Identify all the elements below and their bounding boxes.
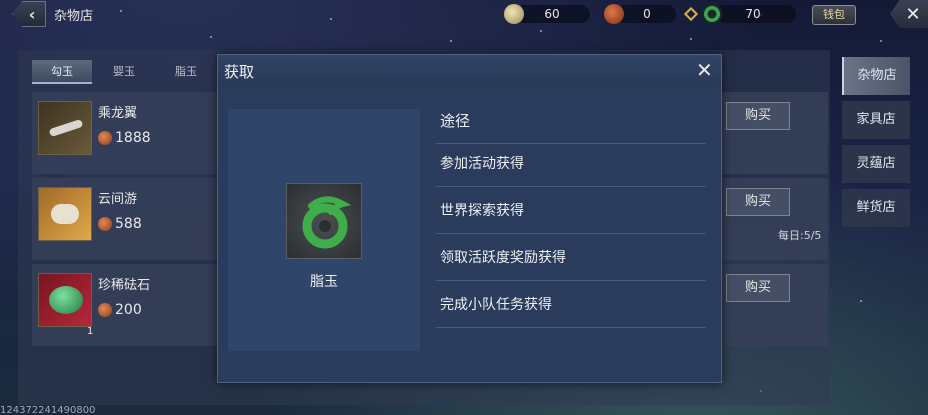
tab-yingyu[interactable]: 婴玉 <box>94 60 154 84</box>
category-tabs: 勾玉 婴玉 脂玉 <box>32 60 218 84</box>
buy-button[interactable]: 购买 <box>726 188 790 216</box>
page-title: 杂物店 <box>54 9 94 24</box>
way-item[interactable]: 领取活跃度奖励获得 <box>436 235 706 281</box>
silver-coin-icon <box>504 4 524 24</box>
dialog-title: 获取 <box>224 63 255 81</box>
buy-button[interactable]: 购买 <box>726 102 790 130</box>
sidebar-item-jiajudian[interactable]: 家具店 <box>842 101 910 139</box>
copper-coin-icon <box>98 217 112 231</box>
jade-icon <box>702 4 722 24</box>
way-item[interactable]: 世界探索获得 <box>436 188 706 234</box>
way-item[interactable]: 参加活动获得 <box>436 141 706 187</box>
way-item[interactable]: 完成小队任务获得 <box>436 282 706 328</box>
plus-diamond-icon[interactable] <box>683 6 699 22</box>
sidebar-item-zawudian[interactable]: 杂物店 <box>842 57 910 95</box>
sidebar-item-xianhuodian[interactable]: 鲜货店 <box>842 189 910 227</box>
item-quantity: 1 <box>87 326 94 337</box>
currency-jade: 70 <box>683 4 802 24</box>
item-price: 200 <box>98 302 142 318</box>
tab-zhiyu[interactable]: 脂玉 <box>156 60 216 84</box>
sidebar-item-lingyundian[interactable]: 灵蕴店 <box>842 145 910 183</box>
copper-coin-icon <box>604 4 624 24</box>
tab-gouyu[interactable]: 勾玉 <box>32 60 92 84</box>
buy-button[interactable]: 购买 <box>726 274 790 302</box>
item-name: 乘龙翼 <box>98 106 138 121</box>
daily-limit: 每日:5/5 <box>778 229 822 242</box>
item-price: 1888 <box>98 130 151 146</box>
wing-item-icon <box>38 101 92 155</box>
currency-silver: 60 <box>504 4 594 24</box>
copper-coin-icon <box>98 131 112 145</box>
top-bar: ‹ 杂物店 60 0 70 钱包 ✕ <box>0 0 928 28</box>
back-button[interactable]: ‹ <box>12 1 46 27</box>
jade-ring-icon <box>286 183 362 259</box>
item-name-label: 脂玉 <box>310 274 338 290</box>
item-name: 珍稀砝石 <box>98 278 151 293</box>
ways-header: 途径 <box>436 98 706 144</box>
green-stone-icon: 1 <box>38 273 93 337</box>
copper-coin-icon <box>98 303 112 317</box>
item-price: 588 <box>98 216 142 232</box>
item-name: 云间游 <box>98 192 138 207</box>
item-preview: 脂玉 <box>228 109 420 351</box>
chevron-left-icon: ‹ <box>28 4 36 24</box>
footer-id: 124372241490800 <box>0 405 96 415</box>
dialog-header: 获取 ✕ <box>218 55 721 87</box>
close-icon: ✕ <box>905 3 921 25</box>
dialog-close-button[interactable]: ✕ <box>696 59 713 81</box>
close-button[interactable]: ✕ <box>890 0 928 28</box>
wallet-button[interactable]: 钱包 <box>812 5 856 25</box>
currency-copper: 0 <box>604 4 684 24</box>
cloud-item-icon <box>38 187 92 241</box>
source-dialog: 获取 ✕ 脂玉 途径 参加活动获得 世界探索获得 领取活跃度奖励获得 完成小队任… <box>217 54 722 383</box>
close-icon: ✕ <box>696 58 713 82</box>
